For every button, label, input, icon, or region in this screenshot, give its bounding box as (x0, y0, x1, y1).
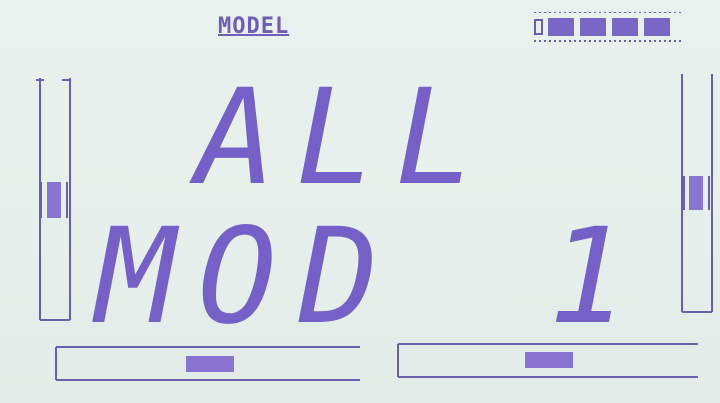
right-vertical-trim (681, 74, 713, 313)
right-vertical-trim-marker (689, 176, 703, 210)
left-horizontal-trim-marker (186, 356, 234, 372)
lcd-screen: MODEL ALL MOD 1 (0, 0, 720, 403)
left-vertical-trim (36, 78, 71, 321)
left-vertical-trim-marker (47, 182, 61, 218)
display-line-1: ALL (189, 61, 494, 215)
right-horizontal-trim-marker (525, 352, 573, 368)
display-line-2-right: 1 (548, 200, 627, 354)
display-line-2-left: MOD (92, 200, 400, 354)
